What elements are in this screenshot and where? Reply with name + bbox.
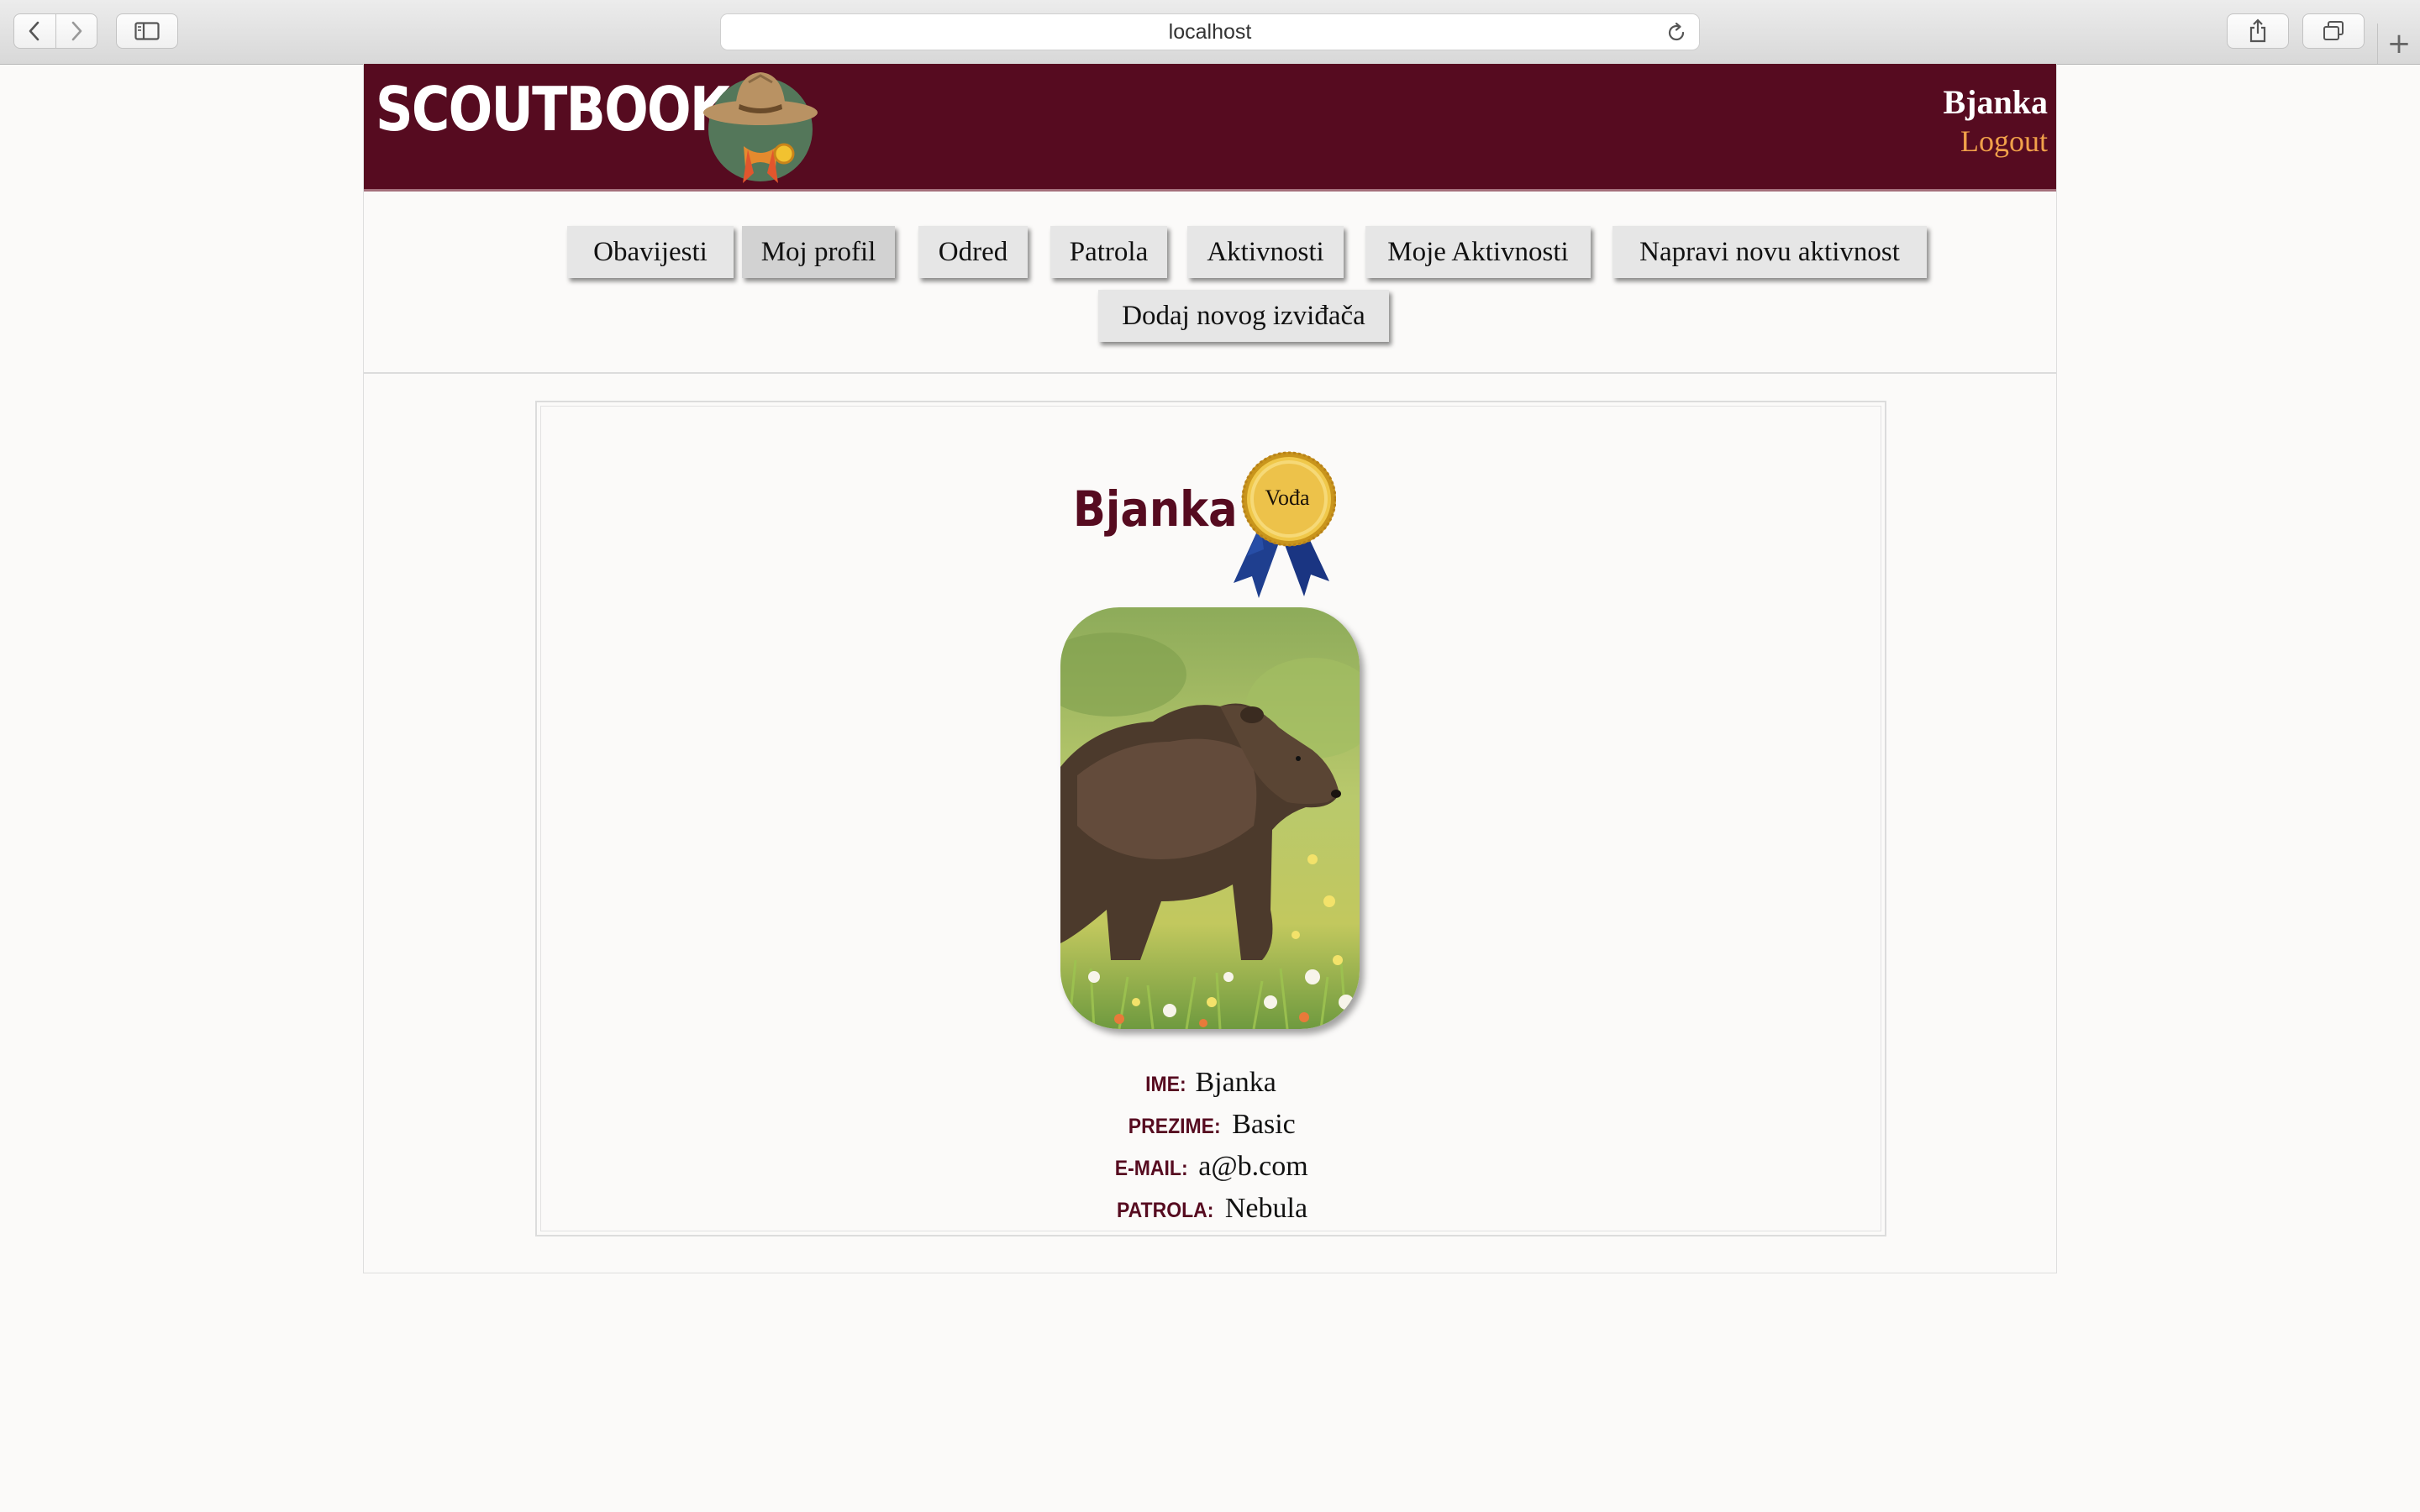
field-value: Bjanka <box>1195 1067 1276 1098</box>
browser-toolbar: localhost + <box>0 0 2420 65</box>
current-user-name: Bjanka <box>1943 83 2049 121</box>
sidebar-toggle-button[interactable] <box>116 13 178 49</box>
leader-ribbon-icon <box>1234 451 1336 598</box>
scout-logo-icon <box>703 72 818 183</box>
field-label: PREZIME: <box>1128 1115 1221 1138</box>
nav-odred[interactable]: Odred <box>918 226 1028 278</box>
nav-dodaj-novog-izvidaca[interactable]: Dodaj novog izviđača <box>1098 290 1389 342</box>
chevron-right-icon <box>71 21 82 41</box>
field-value: Nebula <box>1224 1193 1308 1224</box>
address-bar[interactable]: localhost <box>720 13 1700 50</box>
tabs-overview-button[interactable] <box>2302 13 2365 49</box>
field-label: E-MAIL: <box>1115 1157 1188 1180</box>
main-nav: Obavijesti Moj profil Odred Patrola Akti… <box>364 192 2056 374</box>
info-row-email: E-MAIL: a@b.com <box>849 1151 1571 1183</box>
back-button[interactable] <box>14 14 55 48</box>
plus-icon: + <box>2386 27 2412 60</box>
profile-photo <box>1060 607 1360 1029</box>
nav-moj-profil[interactable]: Moj profil <box>742 226 895 278</box>
chevron-left-icon <box>29 21 39 41</box>
history-nav <box>13 13 97 49</box>
share-icon <box>2249 18 2266 43</box>
logout-link[interactable]: Logout <box>1960 123 2048 159</box>
field-value: a@b.com <box>1198 1151 1308 1182</box>
nav-patrola[interactable]: Patrola <box>1050 226 1167 278</box>
url-text: localhost <box>1168 19 1252 44</box>
nav-napravi-novu-aktivnost[interactable]: Napravi novu aktivnost <box>1612 226 1927 278</box>
info-row-ime: IME: Bjanka <box>849 1067 1571 1099</box>
role-badge-label: Vođa <box>1265 486 1310 510</box>
field-label: IME: <box>1145 1073 1186 1096</box>
new-tab-button[interactable]: + <box>2377 24 2420 64</box>
reload-icon[interactable] <box>1667 22 1687 44</box>
bear-photo-image <box>1060 607 1360 1029</box>
sidebar-icon <box>134 22 160 40</box>
field-value: Basic <box>1232 1109 1296 1140</box>
profile-name: Bjanka <box>1073 480 1238 538</box>
info-row-patrola: PATROLA: Nebula <box>849 1193 1571 1225</box>
share-button[interactable] <box>2227 13 2289 49</box>
info-row-prezime: PREZIME: Basic <box>849 1109 1571 1141</box>
nav-obavijesti[interactable]: Obavijesti <box>567 226 734 278</box>
nav-aktivnosti[interactable]: Aktivnosti <box>1187 226 1344 278</box>
tabs-icon <box>2323 21 2344 40</box>
field-label: PATROLA: <box>1116 1199 1214 1222</box>
forward-button[interactable] <box>55 14 97 48</box>
nav-moje-aktivnosti[interactable]: Moje Aktivnosti <box>1365 226 1591 278</box>
site-header: SCOUTBOOK Bjanka Logout <box>364 64 2056 192</box>
site-logo-text[interactable]: SCOUTBOOK <box>376 79 730 139</box>
